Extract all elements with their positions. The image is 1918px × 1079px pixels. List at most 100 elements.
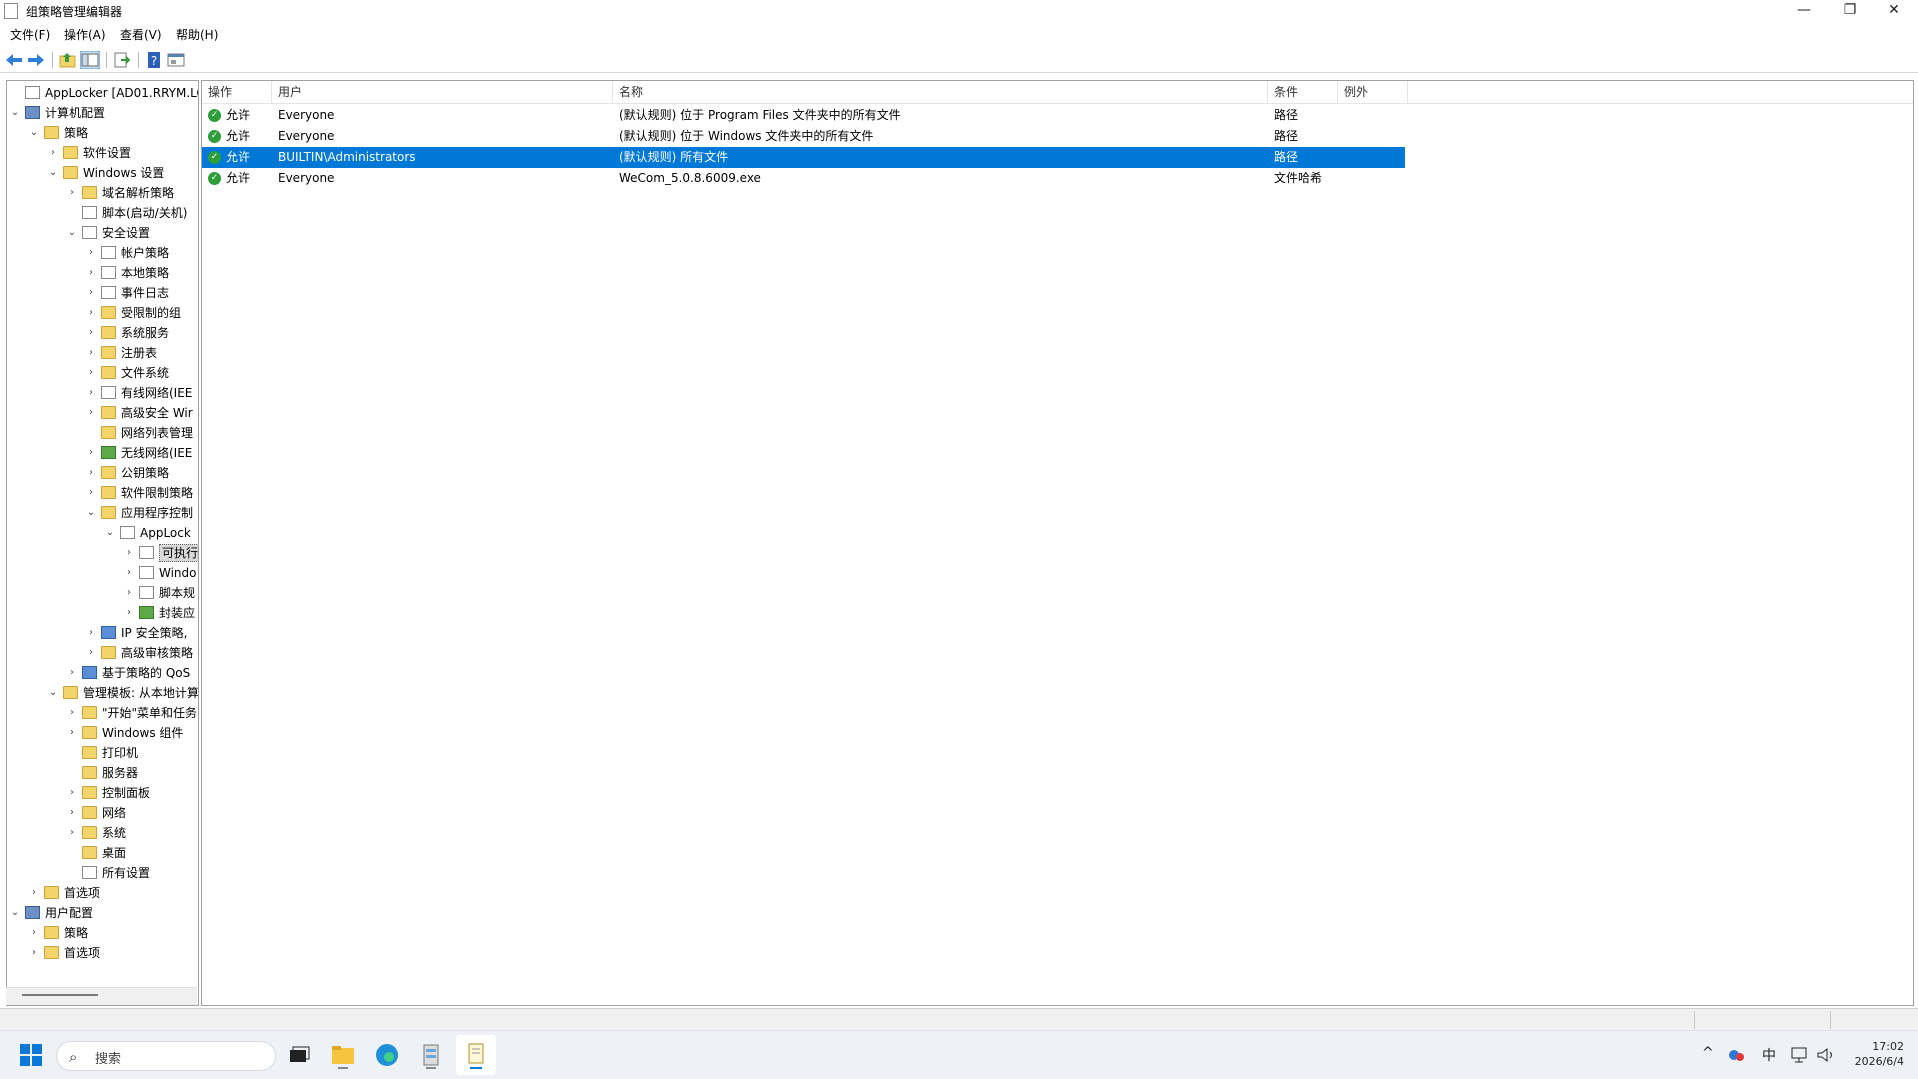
tree-node[interactable]: › 无线网络(IEE: [85, 443, 198, 463]
ime-indicator[interactable]: 中: [1762, 1045, 1776, 1065]
tree-node[interactable]: › 基于策略的 QoS: [66, 663, 198, 683]
collapse-chevron-icon[interactable]: ⌄: [47, 683, 59, 703]
rules-list-pane[interactable]: 操作 用户 名称 条件 例外 ✓ 允许 Everyone (默认规则) 位于 Prog…: [201, 80, 1914, 1006]
tree-node[interactable]: AppLocker [AD01.RRYM.LOC: [9, 83, 198, 103]
expand-chevron-icon[interactable]: ›: [123, 603, 135, 623]
collapse-chevron-icon[interactable]: ⌄: [28, 123, 40, 143]
expand-chevron-icon[interactable]: ›: [85, 363, 97, 383]
tree-node[interactable]: › 文件系统: [85, 363, 198, 383]
expand-chevron-icon[interactable]: ›: [85, 303, 97, 323]
show-hide-tree-icon[interactable]: [80, 51, 100, 69]
column-header-exception[interactable]: 例外: [1338, 81, 1408, 103]
collapse-chevron-icon[interactable]: ⌄: [85, 503, 97, 523]
collapse-chevron-icon[interactable]: ⌄: [104, 523, 116, 543]
tree-node[interactable]: › 系统: [66, 823, 198, 843]
collapse-chevron-icon[interactable]: ⌄: [47, 163, 59, 183]
collapse-chevron-icon[interactable]: ⌄: [9, 103, 21, 123]
expand-chevron-icon[interactable]: ›: [66, 183, 78, 203]
expand-chevron-icon[interactable]: ›: [123, 543, 135, 563]
edge-icon[interactable]: [372, 1041, 402, 1069]
column-header-name[interactable]: 名称: [613, 81, 1268, 103]
minimize-button[interactable]: —: [1782, 0, 1826, 22]
tree-node[interactable]: ⌄ Windows 设置: [47, 163, 198, 183]
rule-row[interactable]: ✓ 允许 Everyone (默认规则) 位于 Program Files 文件夹中的…: [202, 105, 1405, 126]
expand-chevron-icon[interactable]: ›: [66, 823, 78, 843]
tree-node[interactable]: › 首选项: [28, 883, 198, 903]
tree-node[interactable]: › 本地策略: [85, 263, 198, 283]
expand-chevron-icon[interactable]: ›: [123, 583, 135, 603]
tree-node[interactable]: › 帐户策略: [85, 243, 198, 263]
column-header-condition[interactable]: 条件: [1268, 81, 1338, 103]
tree-node[interactable]: ⌄ 计算机配置: [9, 103, 198, 123]
tree-node[interactable]: 脚本(启动/关机): [66, 203, 198, 223]
column-header-user[interactable]: 用户: [272, 81, 613, 103]
tree-node[interactable]: › 脚本规: [123, 583, 198, 603]
tree-node[interactable]: › 高级安全 Wir: [85, 403, 198, 423]
tree-node[interactable]: 所有设置: [66, 863, 198, 883]
tree-node[interactable]: › 系统服务: [85, 323, 198, 343]
expand-chevron-icon[interactable]: ›: [85, 243, 97, 263]
tree-node[interactable]: › 首选项: [28, 943, 198, 963]
tree-node[interactable]: › 高级审核策略: [85, 643, 198, 663]
menu-help[interactable]: 帮助(H): [176, 26, 218, 43]
taskbar-clock[interactable]: 17:02 2026/6/4: [1855, 1039, 1904, 1069]
expand-chevron-icon[interactable]: ›: [66, 703, 78, 723]
expand-chevron-icon[interactable]: ›: [85, 283, 97, 303]
expand-chevron-icon[interactable]: ›: [66, 783, 78, 803]
collapse-chevron-icon[interactable]: ⌄: [66, 223, 78, 243]
tree-node[interactable]: ⌄ 应用程序控制: [85, 503, 198, 523]
tree-node[interactable]: › 有线网络(IEE: [85, 383, 198, 403]
tree-horizontal-scrollbar[interactable]: [6, 987, 197, 1005]
tree-node[interactable]: › 控制面板: [66, 783, 198, 803]
rule-row[interactable]: ✓ 允许 Everyone WeCom_5.0.8.6009.exe 文件哈希: [202, 168, 1405, 189]
expand-chevron-icon[interactable]: ›: [85, 323, 97, 343]
tree-node[interactable]: › 策略: [28, 923, 198, 943]
task-view-icon[interactable]: [284, 1041, 314, 1069]
menu-action[interactable]: 操作(A): [64, 26, 106, 43]
expand-chevron-icon[interactable]: ›: [85, 263, 97, 283]
rule-row[interactable]: ✓ 允许 Everyone (默认规则) 位于 Windows 文件夹中的所有文件 路径: [202, 126, 1405, 147]
tree-node[interactable]: 打印机: [66, 743, 198, 763]
close-button[interactable]: ✕: [1872, 0, 1916, 22]
expand-chevron-icon[interactable]: ›: [85, 383, 97, 403]
volume-icon[interactable]: [1816, 1046, 1836, 1064]
column-header-action[interactable]: 操作: [202, 81, 272, 103]
expand-chevron-icon[interactable]: ›: [85, 343, 97, 363]
start-button[interactable]: [20, 1044, 42, 1066]
expand-chevron-icon[interactable]: ›: [123, 563, 135, 583]
network-icon[interactable]: [1790, 1046, 1810, 1064]
expand-chevron-icon[interactable]: ›: [28, 883, 40, 903]
menu-view[interactable]: 查看(V): [120, 26, 162, 43]
expand-chevron-icon[interactable]: ›: [85, 463, 97, 483]
tree-node[interactable]: › 可执行: [123, 543, 198, 563]
tree-node[interactable]: › 事件日志: [85, 283, 198, 303]
help-icon[interactable]: ?: [144, 51, 164, 69]
show-hidden-icons-chevron[interactable]: ^: [1702, 1045, 1714, 1061]
expand-chevron-icon[interactable]: ›: [66, 803, 78, 823]
up-folder-icon[interactable]: [58, 51, 78, 69]
tree-node[interactable]: › 受限制的组: [85, 303, 198, 323]
expand-chevron-icon[interactable]: ›: [28, 943, 40, 963]
forward-arrow-icon[interactable]: [26, 51, 46, 69]
tree-node[interactable]: › "开始"菜单和任务: [66, 703, 198, 723]
tree-node[interactable]: 网络列表管理: [85, 423, 198, 443]
tree-node[interactable]: › 域名解析策略: [66, 183, 198, 203]
tree-node[interactable]: ⌄ AppLock: [104, 523, 198, 543]
taskbar-search-box[interactable]: ⌕ 搜索: [56, 1041, 276, 1071]
back-arrow-icon[interactable]: [4, 51, 24, 69]
server-manager-icon[interactable]: [416, 1041, 446, 1069]
expand-chevron-icon[interactable]: ›: [28, 923, 40, 943]
tree-node[interactable]: › 公钥策略: [85, 463, 198, 483]
expand-chevron-icon[interactable]: ›: [85, 623, 97, 643]
collapse-chevron-icon[interactable]: ⌄: [9, 903, 21, 923]
tree-node[interactable]: › 软件限制策略: [85, 483, 198, 503]
tree-node[interactable]: › 软件设置: [47, 143, 198, 163]
expand-chevron-icon[interactable]: ›: [66, 723, 78, 743]
maximize-button[interactable]: ❐: [1828, 0, 1872, 22]
tree-node[interactable]: › IP 安全策略,: [85, 623, 198, 643]
tree-node[interactable]: 服务器: [66, 763, 198, 783]
tree-node[interactable]: › 注册表: [85, 343, 198, 363]
tree-node[interactable]: ⌄ 策略: [28, 123, 198, 143]
rule-row[interactable]: ✓ 允许 BUILTIN\Administrators (默认规则) 所有文件 路径: [202, 147, 1405, 168]
tree-node[interactable]: ⌄ 管理模板: 从本地计算: [47, 683, 198, 703]
